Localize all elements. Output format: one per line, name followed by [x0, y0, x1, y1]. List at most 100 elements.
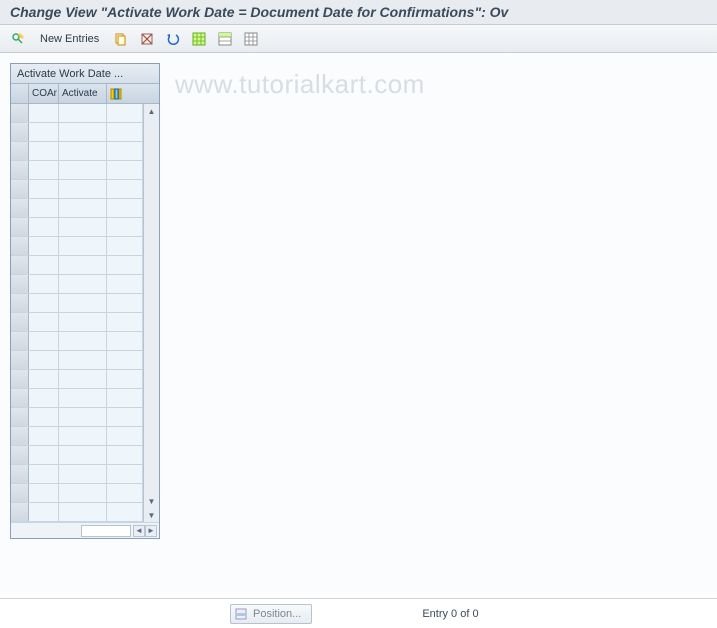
cell-activate[interactable] [59, 332, 107, 350]
row-selector[interactable] [11, 332, 29, 350]
table-row[interactable] [11, 199, 143, 218]
scroll-up-icon[interactable]: ▲ [145, 104, 159, 118]
select-all-icon[interactable] [189, 29, 209, 49]
row-selector[interactable] [11, 161, 29, 179]
cell-coar[interactable] [29, 275, 59, 293]
cell-coar[interactable] [29, 465, 59, 483]
cell-activate[interactable] [59, 370, 107, 388]
row-selector[interactable] [11, 351, 29, 369]
row-selector[interactable] [11, 104, 29, 122]
row-selector[interactable] [11, 294, 29, 312]
table-row[interactable] [11, 123, 143, 142]
cell-coar[interactable] [29, 142, 59, 160]
cell-coar[interactable] [29, 484, 59, 502]
column-header-activate[interactable]: Activate [59, 84, 107, 103]
table-row[interactable] [11, 465, 143, 484]
cell-coar[interactable] [29, 180, 59, 198]
cell-activate[interactable] [59, 104, 107, 122]
table-row[interactable] [11, 370, 143, 389]
cell-coar[interactable] [29, 237, 59, 255]
row-selector[interactable] [11, 256, 29, 274]
cell-activate[interactable] [59, 465, 107, 483]
scroll-down-icon[interactable]: ▼ [145, 494, 159, 508]
cell-activate[interactable] [59, 142, 107, 160]
cell-coar[interactable] [29, 199, 59, 217]
cell-activate[interactable] [59, 351, 107, 369]
cell-coar[interactable] [29, 408, 59, 426]
undo-change-icon[interactable] [163, 29, 183, 49]
cell-coar[interactable] [29, 123, 59, 141]
cell-coar[interactable] [29, 370, 59, 388]
cell-coar[interactable] [29, 332, 59, 350]
cell-activate[interactable] [59, 294, 107, 312]
cell-activate[interactable] [59, 408, 107, 426]
cell-activate[interactable] [59, 180, 107, 198]
table-row[interactable] [11, 294, 143, 313]
cell-coar[interactable] [29, 256, 59, 274]
table-row[interactable] [11, 446, 143, 465]
cell-activate[interactable] [59, 237, 107, 255]
cell-coar[interactable] [29, 389, 59, 407]
copy-as-icon[interactable] [111, 29, 131, 49]
deselect-all-icon[interactable] [241, 29, 261, 49]
cell-activate[interactable] [59, 427, 107, 445]
row-selector[interactable] [11, 180, 29, 198]
table-row[interactable] [11, 104, 143, 123]
table-row[interactable] [11, 256, 143, 275]
row-selector[interactable] [11, 427, 29, 445]
grid-header-selector[interactable] [11, 84, 29, 103]
cell-coar[interactable] [29, 446, 59, 464]
delete-icon[interactable] [137, 29, 157, 49]
table-row[interactable] [11, 180, 143, 199]
table-row[interactable] [11, 218, 143, 237]
cell-activate[interactable] [59, 446, 107, 464]
horizontal-scrollbar[interactable]: ◄ ► [11, 522, 159, 538]
table-row[interactable] [11, 484, 143, 503]
row-selector[interactable] [11, 275, 29, 293]
cell-coar[interactable] [29, 294, 59, 312]
row-selector[interactable] [11, 484, 29, 502]
toggle-display-change-icon[interactable] [8, 29, 28, 49]
cell-activate[interactable] [59, 123, 107, 141]
select-block-icon[interactable] [215, 29, 235, 49]
table-row[interactable] [11, 161, 143, 180]
row-selector[interactable] [11, 465, 29, 483]
cell-activate[interactable] [59, 313, 107, 331]
cell-activate[interactable] [59, 218, 107, 236]
row-selector[interactable] [11, 370, 29, 388]
row-selector[interactable] [11, 446, 29, 464]
row-selector[interactable] [11, 142, 29, 160]
cell-activate[interactable] [59, 256, 107, 274]
cell-activate[interactable] [59, 389, 107, 407]
table-row[interactable] [11, 275, 143, 294]
cell-activate[interactable] [59, 199, 107, 217]
table-row[interactable] [11, 408, 143, 427]
cell-coar[interactable] [29, 161, 59, 179]
row-selector[interactable] [11, 389, 29, 407]
hscroll-track[interactable] [81, 525, 131, 537]
table-row[interactable] [11, 351, 143, 370]
table-row[interactable] [11, 237, 143, 256]
row-selector[interactable] [11, 408, 29, 426]
row-selector[interactable] [11, 503, 29, 521]
scroll-left-icon[interactable]: ◄ [133, 525, 145, 537]
cell-activate[interactable] [59, 275, 107, 293]
row-selector[interactable] [11, 218, 29, 236]
column-header-coar[interactable]: COAr [29, 84, 59, 103]
cell-activate[interactable] [59, 484, 107, 502]
scroll-down-icon[interactable]: ▼ [145, 508, 159, 522]
cell-coar[interactable] [29, 104, 59, 122]
cell-activate[interactable] [59, 161, 107, 179]
position-button[interactable]: Position... [230, 604, 312, 624]
cell-coar[interactable] [29, 218, 59, 236]
table-row[interactable] [11, 427, 143, 446]
row-selector[interactable] [11, 237, 29, 255]
cell-coar[interactable] [29, 503, 59, 521]
cell-coar[interactable] [29, 313, 59, 331]
row-selector[interactable] [11, 313, 29, 331]
cell-activate[interactable] [59, 503, 107, 521]
scroll-right-icon[interactable]: ► [145, 525, 157, 537]
table-row[interactable] [11, 389, 143, 408]
new-entries-button[interactable]: New Entries [34, 29, 105, 49]
vertical-scrollbar[interactable]: ▲ ▼ ▼ [143, 104, 159, 522]
